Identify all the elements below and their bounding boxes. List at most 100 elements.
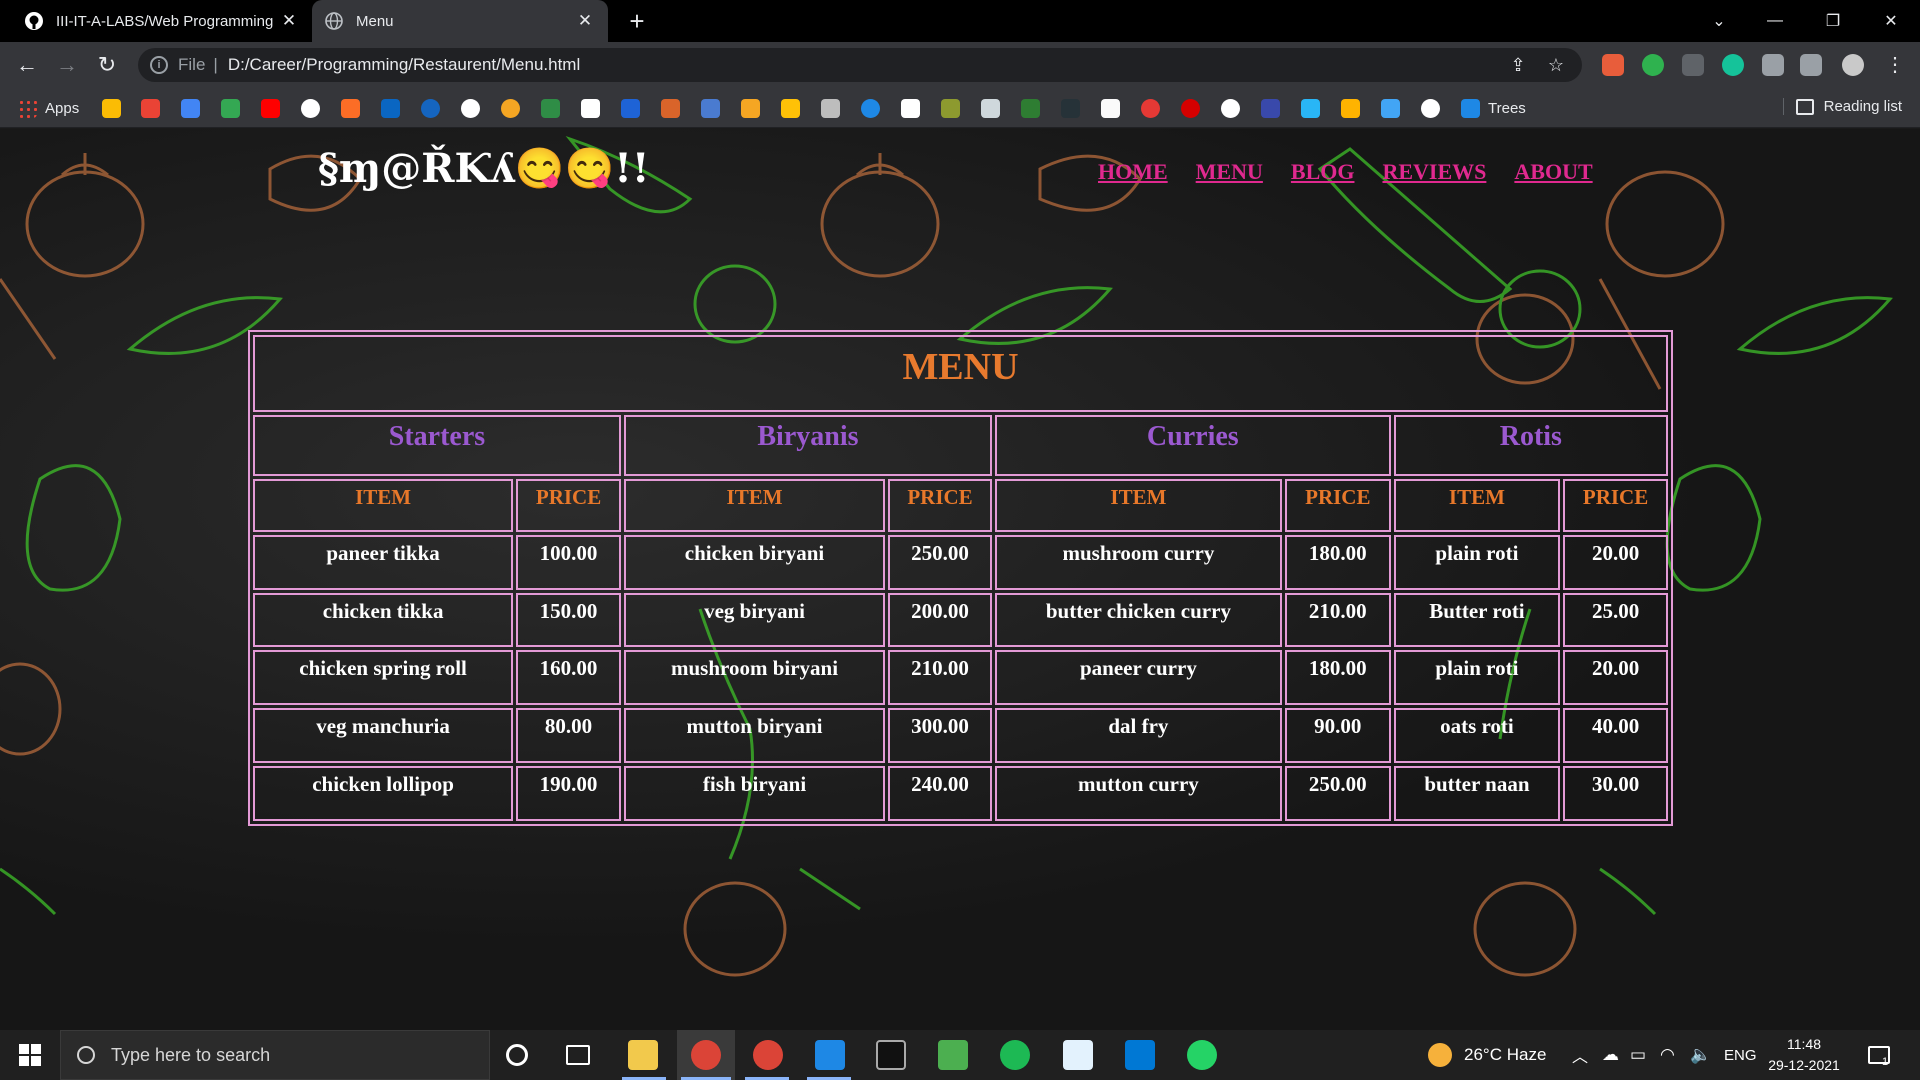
- nav-link-about[interactable]: ABOUT: [1514, 159, 1592, 185]
- bookmark-site-icon[interactable]: [821, 99, 840, 118]
- extension-icon[interactable]: [1602, 54, 1624, 76]
- reload-button[interactable]: ↻: [92, 50, 122, 80]
- bookmark-trees[interactable]: Trees: [1461, 98, 1526, 118]
- chrome-icon[interactable]: [691, 1040, 721, 1070]
- url-text[interactable]: D:/Career/Programming/Restaurent/Menu.ht…: [228, 55, 1494, 75]
- volume-icon[interactable]: 🔈: [1690, 1030, 1711, 1080]
- task-view-icon[interactable]: [566, 1045, 590, 1065]
- menu-item-price: 30.00: [1563, 766, 1668, 821]
- codechef-icon[interactable]: [421, 99, 440, 118]
- kebab-menu-icon[interactable]: ⋮: [1880, 50, 1910, 80]
- extension-icon[interactable]: [1682, 54, 1704, 76]
- minimize-button[interactable]: —: [1746, 0, 1804, 42]
- bookmark-site-icon[interactable]: [1341, 99, 1360, 118]
- chrome-icon[interactable]: [753, 1040, 783, 1070]
- reading-list-button[interactable]: Reading list: [1782, 98, 1902, 115]
- bookmark-site-icon[interactable]: [1261, 99, 1280, 118]
- bookmark-site-icon[interactable]: [1221, 99, 1240, 118]
- linkedin-icon[interactable]: [381, 99, 400, 118]
- system-clock[interactable]: 11:48 29-12-2021: [1758, 1034, 1850, 1076]
- bookmark-site-icon[interactable]: [741, 99, 760, 118]
- terminal-icon[interactable]: [876, 1040, 906, 1070]
- tab-title: Menu: [356, 12, 394, 30]
- avatar[interactable]: [1842, 54, 1864, 76]
- whatsapp-icon[interactable]: [1187, 1040, 1217, 1070]
- grammarly-icon[interactable]: [1722, 54, 1744, 76]
- menu-item-name: veg biryani: [623, 592, 886, 648]
- bookmark-site-icon[interactable]: [1021, 99, 1040, 118]
- address-bar[interactable]: i File | D:/Career/Programming/Restauren…: [138, 48, 1582, 82]
- site-logo[interactable]: §ɱ@ŘƘʎ😋😋!!: [318, 145, 649, 192]
- drive-icon[interactable]: [102, 99, 121, 118]
- bookmark-site-icon[interactable]: [941, 99, 960, 118]
- bookmark-site-icon[interactable]: [1101, 99, 1120, 118]
- start-button[interactable]: [0, 1030, 60, 1080]
- spotify-icon[interactable]: [1000, 1040, 1030, 1070]
- tab-github[interactable]: III-IT-A-LABS/Web Programming ✕: [12, 0, 312, 42]
- notepad-icon[interactable]: [938, 1040, 968, 1070]
- tab-menu[interactable]: Menu ✕: [312, 0, 608, 42]
- battery-icon[interactable]: ▭: [1630, 1030, 1646, 1080]
- bookmark-star-icon[interactable]: ☆: [1542, 55, 1570, 76]
- menu-item-name: paneer tikka: [253, 534, 514, 590]
- menu-item-price: 210.00: [1284, 592, 1391, 648]
- outlook-icon[interactable]: [1125, 1040, 1155, 1070]
- document-icon[interactable]: [1063, 1040, 1093, 1070]
- notification-center-button[interactable]: 1: [1868, 1030, 1890, 1080]
- forward-button[interactable]: →: [52, 50, 82, 80]
- language-indicator[interactable]: ENG: [1724, 1030, 1757, 1080]
- new-tab-button[interactable]: +: [622, 6, 652, 36]
- media-control-icon[interactable]: [1800, 54, 1822, 76]
- bookmark-site-icon[interactable]: [621, 99, 640, 118]
- bookmark-site-icon[interactable]: [461, 99, 480, 118]
- tab-search-chevron-icon[interactable]: ⌄: [1690, 0, 1748, 42]
- show-hidden-icons-chevron-icon[interactable]: ︿: [1572, 1030, 1588, 1080]
- nav-link-home[interactable]: HOME: [1098, 159, 1168, 185]
- close-tab-icon[interactable]: ✕: [574, 11, 596, 31]
- bookmark-site-icon[interactable]: [981, 99, 1000, 118]
- youtube-icon[interactable]: [261, 99, 280, 118]
- menu-item-name: butter chicken curry: [994, 592, 1282, 648]
- bookmark-apps[interactable]: Apps: [18, 98, 79, 118]
- github-icon[interactable]: [301, 99, 320, 118]
- weather-widget[interactable]: 26°C Haze: [1428, 1030, 1546, 1080]
- gitlab-icon[interactable]: [341, 99, 360, 118]
- bookmark-site-icon[interactable]: [501, 99, 520, 118]
- close-window-button[interactable]: ✕: [1862, 0, 1920, 42]
- menu-item-name: Butter roti: [1393, 592, 1561, 648]
- google-icon[interactable]: [1421, 99, 1440, 118]
- calendar-icon[interactable]: [181, 99, 200, 118]
- puzzle-icon[interactable]: [1762, 54, 1784, 76]
- bookmark-site-icon[interactable]: [581, 99, 600, 118]
- close-tab-icon[interactable]: ✕: [278, 11, 300, 31]
- wifi-icon[interactable]: ◠: [1660, 1030, 1675, 1080]
- bookmark-site-icon[interactable]: [1061, 99, 1080, 118]
- file-explorer-icon[interactable]: [628, 1040, 658, 1070]
- nav-link-reviews[interactable]: REVIEWS: [1382, 159, 1486, 185]
- share-icon[interactable]: ⇪: [1504, 55, 1532, 76]
- nav-link-blog[interactable]: BLOG: [1291, 159, 1355, 185]
- bookmark-site-icon[interactable]: [1381, 99, 1400, 118]
- bookmark-site-icon[interactable]: [1301, 99, 1320, 118]
- extension-icon[interactable]: [1642, 54, 1664, 76]
- taskbar-search-input[interactable]: Type here to search: [60, 1030, 490, 1080]
- bookmark-site-icon[interactable]: [661, 99, 680, 118]
- nav-link-menu[interactable]: MENU: [1196, 159, 1263, 185]
- bookmark-site-icon[interactable]: [1141, 99, 1160, 118]
- cortana-icon[interactable]: [506, 1044, 528, 1066]
- bookmark-site-icon[interactable]: [701, 99, 720, 118]
- onedrive-icon[interactable]: ☁: [1602, 1030, 1619, 1080]
- meet-icon[interactable]: [221, 99, 240, 118]
- bookmark-site-icon[interactable]: [1181, 99, 1200, 118]
- geeksforgeeks-icon[interactable]: [541, 99, 560, 118]
- bookmark-site-icon[interactable]: [901, 99, 920, 118]
- chart-icon[interactable]: [781, 99, 800, 118]
- vscode-icon[interactable]: [815, 1040, 845, 1070]
- bookmark-site-icon[interactable]: [861, 99, 880, 118]
- info-icon[interactable]: i: [150, 56, 168, 74]
- gmail-icon[interactable]: [141, 99, 160, 118]
- restore-button[interactable]: ❐: [1804, 0, 1862, 42]
- bookmark-label: Apps: [45, 99, 80, 117]
- back-button[interactable]: ←: [12, 50, 42, 80]
- menu-item-name: veg manchuria: [253, 708, 514, 764]
